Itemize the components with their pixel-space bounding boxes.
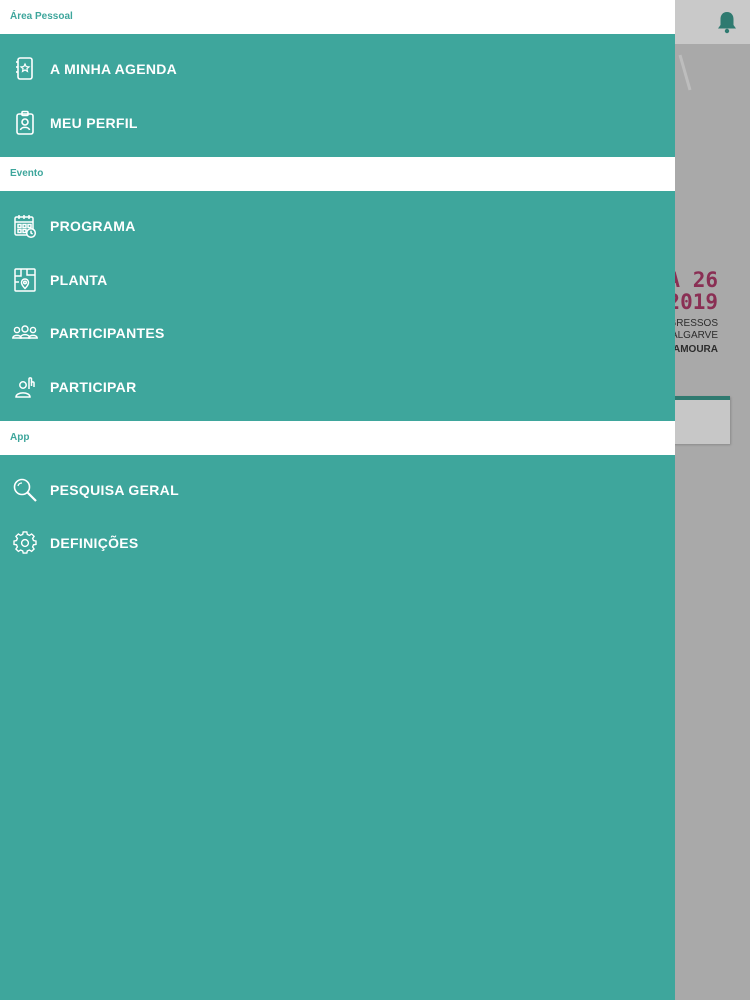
menu-item-label: PROGRAMA <box>50 218 136 234</box>
menu-item-participate[interactable]: PARTICIPAR <box>0 361 675 413</box>
menu-item-label: DEFINIÇÕES <box>50 535 139 551</box>
menu-item-label: PLANTA <box>50 272 108 288</box>
menu-item-label: MEU PERFIL <box>50 115 138 131</box>
notification-bell-icon[interactable] <box>716 10 738 34</box>
event-poster: A 26 2019 GRESSOS ALGARVE AMOURA <box>672 266 750 366</box>
poster-text-line: ALGARVE <box>672 330 718 341</box>
poster-text-line: A 26 <box>672 268 718 292</box>
map-icon <box>12 267 38 293</box>
poster-text-line: GRESSOS <box>672 318 718 329</box>
agenda-icon <box>12 56 38 82</box>
profile-badge-icon <box>12 110 38 136</box>
section-header-event: Evento <box>0 157 675 191</box>
gear-icon <box>12 530 38 556</box>
menu-item-program[interactable]: PROGRAMA <box>0 200 675 252</box>
calendar-icon <box>12 213 38 239</box>
menu-item-floor-plan[interactable]: PLANTA <box>0 254 675 306</box>
menu-item-label: PARTICIPAR <box>50 379 137 395</box>
section-header-personal: Área Pessoal <box>0 0 675 34</box>
menu-item-my-profile[interactable]: MEU PERFIL <box>0 97 675 149</box>
poster-text-line: 2019 <box>672 290 718 314</box>
section-header-app: App <box>0 421 675 455</box>
raise-hand-icon <box>12 374 38 400</box>
menu-item-participants[interactable]: PARTICIPANTES <box>0 307 675 359</box>
search-icon <box>12 477 38 503</box>
background-card[interactable] <box>672 396 730 444</box>
menu-item-my-agenda[interactable]: A MINHA AGENDA <box>0 43 675 95</box>
menu-item-label: A MINHA AGENDA <box>50 61 178 77</box>
menu-item-settings[interactable]: DEFINIÇÕES <box>0 517 675 569</box>
menu-item-general-search[interactable]: PESQUISA GERAL <box>0 464 675 516</box>
navigation-drawer: Área Pessoal A MINHA AGENDA MEU PERFIL E… <box>0 0 675 1000</box>
poster-text-line: AMOURA <box>673 344 718 355</box>
decorative-shape-icon <box>678 50 738 100</box>
people-icon <box>12 320 38 346</box>
menu-item-label: PESQUISA GERAL <box>50 482 179 498</box>
menu-item-label: PARTICIPANTES <box>50 325 165 341</box>
